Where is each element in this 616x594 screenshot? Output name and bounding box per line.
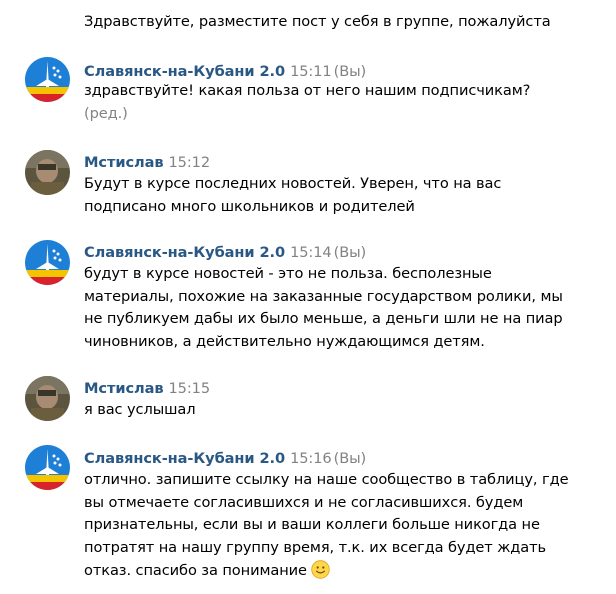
message-line: признательны, если вы и ваши коллеги бол…	[84, 516, 540, 534]
you-label: (Вы)	[333, 244, 367, 261]
message-line-with-emoji: отказ. спасибо за понимание	[84, 560, 568, 583]
person-photo-icon	[25, 150, 70, 195]
you-label: (Вы)	[333, 450, 367, 467]
message-line: чиновников, а действительно нуждающимся …	[84, 333, 485, 351]
you-label: (Вы)	[333, 63, 367, 80]
message-line: вы отмечаете согласившихся и не согласив…	[84, 493, 524, 511]
message-line: материалы, похожие на заказанные государ…	[84, 287, 563, 305]
timestamp[interactable]: 15:16	[290, 450, 332, 467]
author-name[interactable]: Славянск-на-Кубани 2.0	[84, 63, 285, 80]
message-line: отказ. спасибо за понимание	[84, 561, 307, 579]
message-line: будут в курсе новостей - это не польза. …	[84, 265, 492, 282]
avatar[interactable]	[25, 240, 70, 285]
message-line: подписано много школьников и родителей	[84, 197, 415, 215]
author-name[interactable]: Мстислав	[84, 380, 164, 397]
avatar[interactable]	[25, 57, 70, 102]
message-line: Будут в курсе последних новостей. Уверен…	[84, 175, 502, 192]
smile-emoji-icon	[311, 560, 330, 579]
message-line: отлично. запишите ссылку на наше сообщес…	[84, 471, 569, 488]
author-name[interactable]: Славянск-на-Кубани 2.0	[84, 244, 285, 261]
city-logo-icon	[25, 57, 70, 102]
author-name[interactable]: Славянск-на-Кубани 2.0	[84, 450, 285, 467]
timestamp[interactable]: 15:11	[290, 63, 332, 80]
avatar[interactable]	[25, 445, 70, 490]
edited-label[interactable]: (ред.)	[84, 103, 530, 126]
person-photo-icon	[25, 376, 70, 421]
timestamp[interactable]: 15:12	[168, 154, 210, 171]
avatar[interactable]	[25, 376, 70, 421]
message-line: здравствуйте! какая польза от него нашим…	[84, 82, 531, 99]
message-line: не публикуем дабы их было меньше, а день…	[84, 310, 563, 328]
timestamp[interactable]: 15:14	[290, 244, 332, 261]
timestamp[interactable]: 15:15	[168, 380, 210, 397]
message-line: я вас услышал	[84, 401, 196, 418]
city-logo-icon	[25, 445, 70, 490]
author-name[interactable]: Мстислав	[84, 154, 164, 171]
city-logo-icon	[25, 240, 70, 285]
avatar[interactable]	[25, 150, 70, 195]
previous-message-text: Здравствуйте, разместите пост у себя в г…	[84, 13, 551, 30]
message-line: потратят на нашу группу время, т.к. их в…	[84, 539, 547, 557]
